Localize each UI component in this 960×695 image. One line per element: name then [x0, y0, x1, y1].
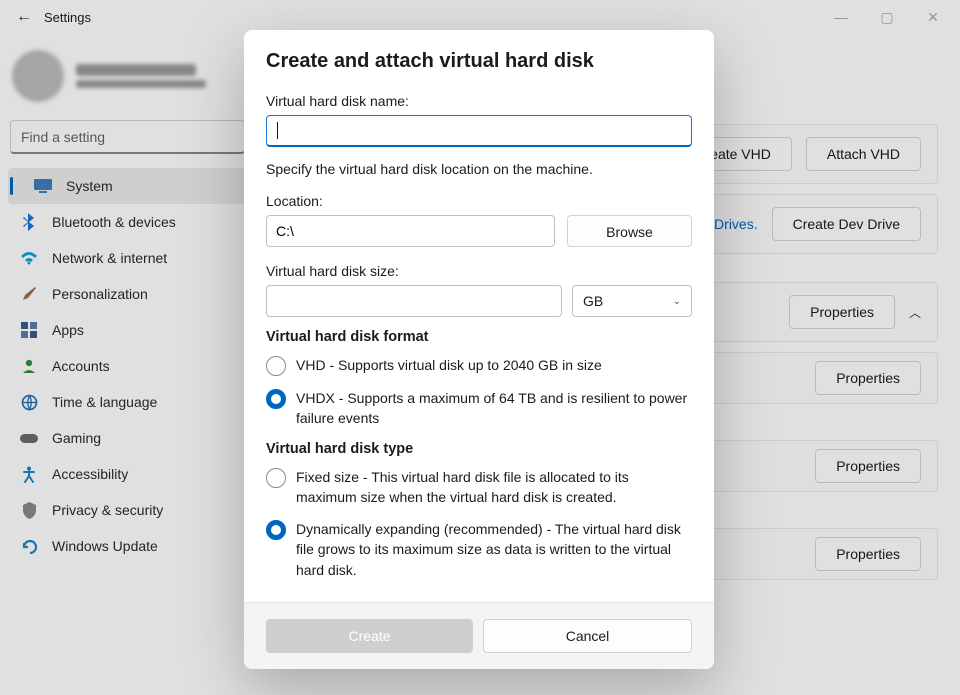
cancel-button[interactable]: Cancel	[483, 619, 692, 653]
size-unit-value: GB	[583, 293, 603, 309]
size-input[interactable]	[266, 285, 562, 317]
format-option-label: VHD - Supports virtual disk up to 2040 G…	[296, 355, 602, 375]
text-cursor	[277, 122, 278, 139]
type-section-header: Virtual hard disk type	[266, 441, 692, 457]
radio-checked-icon	[266, 520, 286, 540]
type-option-label: Fixed size - This virtual hard disk file…	[296, 467, 692, 508]
dialog-footer: Create Cancel	[244, 602, 714, 669]
create-button[interactable]: Create	[266, 619, 473, 653]
location-label: Location:	[266, 193, 692, 209]
location-input[interactable]	[266, 215, 555, 247]
radio-checked-icon	[266, 389, 286, 409]
radio-icon	[266, 356, 286, 376]
format-option-label: VHDX - Supports a maximum of 64 TB and i…	[296, 388, 692, 429]
location-description: Specify the virtual hard disk location o…	[266, 161, 692, 177]
format-option-vhdx[interactable]: VHDX - Supports a maximum of 64 TB and i…	[266, 388, 692, 429]
format-option-vhd[interactable]: VHD - Supports virtual disk up to 2040 G…	[266, 355, 692, 376]
dialog-title: Create and attach virtual hard disk	[266, 50, 692, 73]
type-option-label: Dynamically expanding (recommended) - Th…	[296, 519, 692, 580]
type-option-dynamic[interactable]: Dynamically expanding (recommended) - Th…	[266, 519, 692, 580]
create-vhd-dialog: Create and attach virtual hard disk Virt…	[244, 30, 714, 669]
type-option-fixed[interactable]: Fixed size - This virtual hard disk file…	[266, 467, 692, 508]
vhd-name-label: Virtual hard disk name:	[266, 93, 692, 109]
vhd-name-input[interactable]	[266, 115, 692, 147]
chevron-down-icon: ⌄	[673, 296, 681, 307]
size-unit-select[interactable]: GB ⌄	[572, 285, 692, 317]
size-label: Virtual hard disk size:	[266, 263, 692, 279]
browse-button[interactable]: Browse	[567, 215, 692, 247]
radio-icon	[266, 468, 286, 488]
format-section-header: Virtual hard disk format	[266, 329, 692, 345]
